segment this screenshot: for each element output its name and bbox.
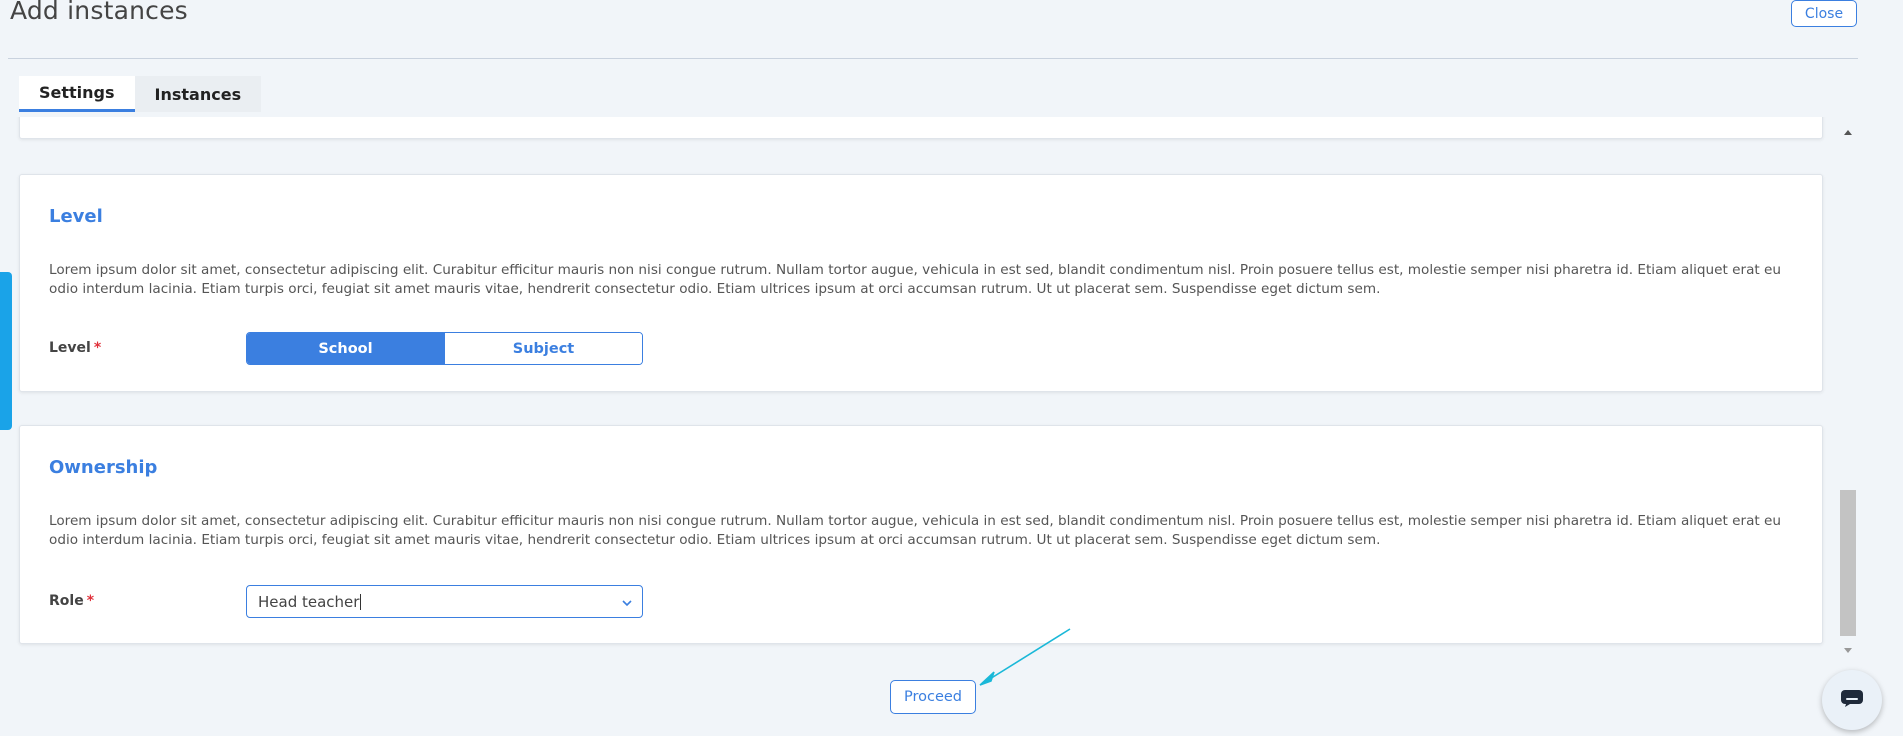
role-label-text: Role [49,593,84,609]
ownership-section-heading: Ownership [49,457,158,478]
previous-section-card [19,117,1823,139]
scroll-down-arrow-icon[interactable] [1843,642,1853,660]
role-select[interactable]: Head teacher [246,585,643,618]
chat-button[interactable] [1822,670,1882,730]
settings-scroll-area: Level Lorem ipsum dolor sit amet, consec… [0,117,1845,652]
ownership-section-description: Lorem ipsum dolor sit amet, consectetur … [49,513,1782,548]
ownership-section-card: Ownership Lorem ipsum dolor sit amet, co… [19,425,1823,644]
level-option-school[interactable]: School [247,333,444,364]
level-option-subject[interactable]: Subject [444,333,642,364]
level-section-heading: Level [49,206,103,227]
level-segmented-control: School Subject [246,332,643,365]
required-asterisk: * [86,593,95,609]
role-field-label: Role * [49,593,94,609]
proceed-button[interactable]: Proceed [890,680,976,714]
chevron-down-icon [621,595,633,613]
level-label-text: Level [49,340,91,356]
modal-title: Add instances [10,0,188,25]
required-asterisk: * [93,340,102,356]
level-section-description: Lorem ipsum dolor sit amet, consectetur … [49,262,1782,297]
role-select-value: Head teacher [258,592,360,611]
close-button[interactable]: Close [1791,0,1857,27]
tab-instances[interactable]: Instances [134,76,262,112]
scroll-thumb[interactable] [1840,490,1856,636]
scroll-up-arrow-icon[interactable] [1843,123,1853,141]
level-field-label: Level * [49,340,101,356]
header-divider [8,58,1858,59]
level-section-card: Level Lorem ipsum dolor sit amet, consec… [19,174,1823,392]
text-caret [360,593,362,610]
tab-settings[interactable]: Settings [19,76,135,112]
chat-icon [1840,689,1864,712]
tab-bar: Settings Instances [19,76,262,112]
